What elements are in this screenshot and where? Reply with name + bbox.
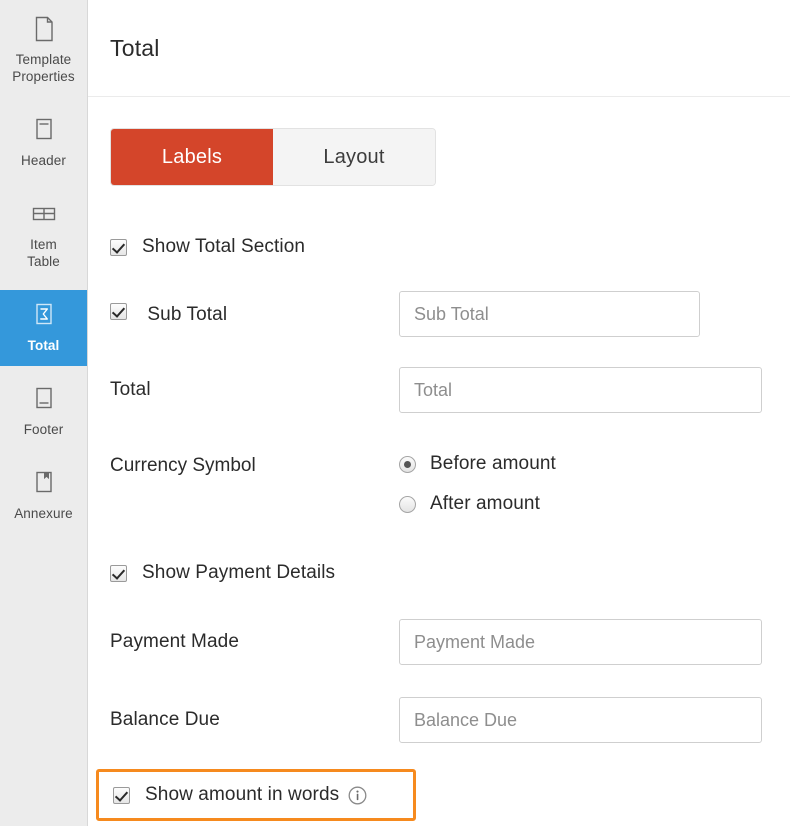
currency-symbol-radio-group: Before amount After amount (399, 453, 556, 515)
row-show-payment-details: Show Payment Details (110, 559, 768, 587)
sub-total-label-group: Sub Total (110, 303, 399, 326)
document-icon (29, 14, 59, 44)
show-amount-in-words-checkbox[interactable] (113, 787, 130, 804)
row-total: Total (110, 367, 768, 413)
page-title: Total (110, 35, 160, 62)
before-amount-label: Before amount (430, 453, 556, 475)
row-show-total-section: Show Total Section (110, 233, 768, 261)
template-editor-window: TemplateProperties Header ItemTable (0, 0, 790, 826)
sidebar-item-annexure[interactable]: Annexure (0, 458, 87, 534)
info-circle-icon[interactable] (348, 786, 367, 805)
footer-block-icon (29, 384, 59, 414)
after-amount-label: After amount (430, 493, 540, 515)
total-input[interactable] (399, 367, 762, 413)
row-currency-symbol: Currency Symbol Before amount After amou… (110, 453, 768, 515)
show-total-section-label: Show Total Section (142, 236, 305, 258)
sidebar-item-template-properties[interactable]: TemplateProperties (0, 4, 87, 97)
payment-made-input[interactable] (399, 619, 762, 665)
currency-symbol-label: Currency Symbol (110, 453, 399, 477)
sidebar-item-item-table[interactable]: ItemTable (0, 189, 87, 282)
sidebar-item-header[interactable]: Header (0, 105, 87, 181)
before-amount-radio[interactable] (399, 456, 416, 473)
balance-due-label: Balance Due (110, 709, 399, 731)
sigma-sum-icon (29, 300, 59, 330)
tab-bar: Labels Layout (110, 128, 436, 186)
show-payment-details-checkbox[interactable] (110, 565, 127, 582)
tab-layout[interactable]: Layout (273, 129, 435, 185)
sidebar-item-total[interactable]: Total (0, 290, 87, 366)
row-show-amount-in-words-highlighted: Show amount in words (96, 769, 416, 821)
show-total-section-checkbox[interactable] (110, 239, 127, 256)
bookmark-page-icon (29, 468, 59, 498)
radio-after-amount[interactable]: After amount (399, 493, 556, 515)
sub-total-input[interactable] (399, 291, 700, 337)
row-payment-made: Payment Made (110, 619, 768, 665)
header-block-icon (29, 115, 59, 145)
sidebar-item-label: Total (28, 337, 60, 354)
sidebar-item-label: ItemTable (27, 236, 60, 270)
sub-total-label: Sub Total (147, 304, 227, 325)
sidebar-item-label: TemplateProperties (12, 51, 75, 85)
row-balance-due: Balance Due (110, 697, 768, 743)
show-amount-in-words-label: Show amount in words (145, 784, 339, 806)
tab-labels[interactable]: Labels (111, 129, 273, 185)
main-panel: Total Labels Layout Show Total Section S… (88, 0, 790, 826)
radio-before-amount[interactable]: Before amount (399, 453, 556, 475)
sidebar-item-footer[interactable]: Footer (0, 374, 87, 450)
total-label: Total (110, 379, 399, 401)
section-sidebar: TemplateProperties Header ItemTable (0, 0, 88, 826)
show-payment-details-label: Show Payment Details (142, 562, 335, 584)
page-header: Total (88, 0, 790, 97)
sidebar-item-label: Header (21, 152, 66, 169)
settings-content: Labels Layout Show Total Section Sub Tot… (88, 97, 790, 821)
after-amount-radio[interactable] (399, 496, 416, 513)
balance-due-input[interactable] (399, 697, 762, 743)
sub-total-checkbox[interactable] (110, 303, 127, 320)
row-sub-total: Sub Total (110, 291, 768, 337)
sidebar-item-label: Annexure (14, 505, 73, 522)
table-grid-icon (29, 199, 59, 229)
sidebar-item-label: Footer (24, 421, 64, 438)
payment-made-label: Payment Made (110, 631, 399, 653)
